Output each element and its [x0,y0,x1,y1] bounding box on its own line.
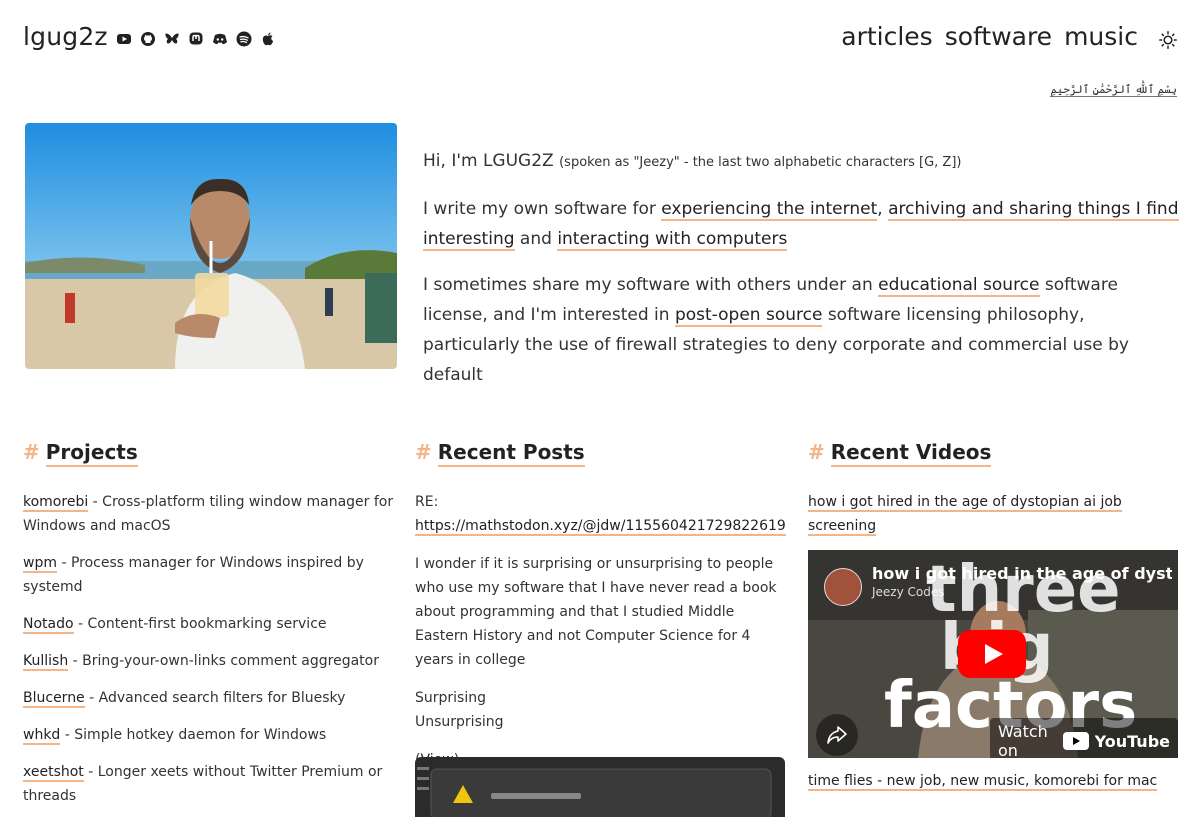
post-thumbnail[interactable] [415,757,785,817]
video-embed[interactable]: how i got hired in the age of dystopia J… [808,550,1178,758]
video-link-1[interactable]: how i got hired in the age of dystopian … [808,494,1122,536]
share-icon[interactable] [816,714,858,756]
nav-articles[interactable]: articles [841,22,932,51]
bluesky-icon[interactable] [164,31,180,47]
projects-list: komorebi - Cross-platform tiling window … [23,490,395,808]
poll-option-surprising: Surprising [415,690,486,706]
recent-posts-heading: # Recent Posts [415,440,785,472]
link-interacting-computers[interactable]: interacting with computers [557,229,788,251]
youtube-icon[interactable] [116,31,132,47]
youtube-logo-icon [1062,732,1089,750]
intro-greeting: Hi, I'm LGUG2Z [423,151,554,171]
list-item: Notado - Content-first bookmarking servi… [23,616,327,634]
site-brand[interactable]: lgug2z [23,22,108,51]
recent-videos-section: # Recent Videos how i got hired in the ag… [808,440,1178,791]
project-link-whkd[interactable]: whkd [23,727,61,745]
social-links [116,31,276,47]
discord-icon[interactable] [212,31,228,47]
list-item: Kullish - Bring-your-own-links comment a… [23,653,379,671]
apple-icon[interactable] [260,31,276,47]
nav-music[interactable]: music [1064,22,1138,51]
github-icon[interactable] [140,31,156,47]
video-link-2[interactable]: time flies - new job, new music, komoreb… [808,773,1158,791]
spotify-icon[interactable] [236,31,252,47]
play-button-icon[interactable] [958,630,1026,678]
mastodon-icon[interactable] [188,31,204,47]
list-item: wpm - Process manager for Windows inspir… [23,555,364,595]
recent-posts-section: # Recent Posts RE: https://mathstodon.xyz… [415,440,786,817]
project-link-komorebi[interactable]: komorebi [23,494,89,512]
intro-pronunciation: (spoken as "Jeezy" - the last two alphab… [559,155,962,170]
poll-option-unsurprising: Unsurprising [415,714,504,730]
projects-heading: # Projects [23,440,395,472]
intro-p3-prefix: I sometimes share my software with other… [423,275,873,295]
theme-toggle-sun-icon[interactable] [1159,31,1177,49]
watch-on-youtube[interactable]: Watch on YouTube [990,718,1178,758]
nav-software[interactable]: software [945,22,1052,51]
intro-p2-prefix: I write my own software for [423,199,656,219]
recent-videos-heading: # Recent Videos [808,440,1178,472]
link-post-open-source[interactable]: post-open source [674,305,823,327]
video-channel-avatar[interactable] [824,568,862,606]
bismillah-text: بِسْمِ ٱللَّٰهِ ٱلرَّحْمَٰنِ ٱلرَّحِيمِ [1050,83,1177,97]
project-link-notado[interactable]: Notado [23,616,74,634]
profile-photo [25,123,397,369]
post-re-label: RE: [415,494,439,510]
link-experiencing-internet[interactable]: experiencing the internet [661,199,878,221]
intro-p2-comma: , [877,199,883,219]
post-item: RE: https://mathstodon.xyz/@jdw/11556042… [415,490,786,772]
intro-section: Hi, I'm LGUG2Z (spoken as "Jeezy" - the … [423,146,1183,406]
post-reply-link[interactable]: https://mathstodon.xyz/@jdw/115560421729… [415,518,786,536]
list-item: Blucerne - Advanced search filters for B… [23,690,346,708]
project-link-blucerne[interactable]: Blucerne [23,690,85,708]
project-link-xeetshot[interactable]: xeetshot [23,764,84,782]
link-educational-source[interactable]: educational source [878,275,1040,297]
project-link-kullish[interactable]: Kullish [23,653,69,671]
list-item: komorebi - Cross-platform tiling window … [23,494,394,534]
main-nav: articles software music [841,22,1138,51]
post-body: I wonder if it is surprising or unsurpri… [415,556,777,668]
list-item: whkd - Simple hotkey daemon for Windows [23,727,327,745]
project-link-wpm[interactable]: wpm [23,555,57,573]
intro-p2-and: and [519,229,552,249]
list-item: xeetshot - Longer xeets without Twitter … [23,764,383,804]
projects-section: # Projects komorebi - Cross-platform tili… [23,440,395,821]
